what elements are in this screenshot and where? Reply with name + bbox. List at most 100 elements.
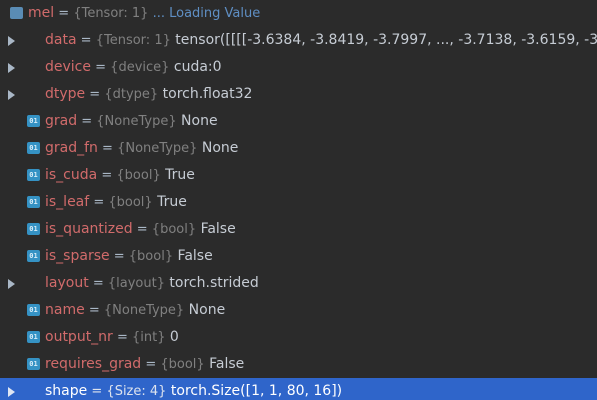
row-text: layout = {layout} torch.strided	[45, 270, 259, 297]
equals-sign: =	[112, 330, 132, 345]
row-text: name = {NoneType} None	[45, 297, 225, 324]
variable-icon: 01	[27, 169, 40, 181]
variable-value: True	[160, 167, 195, 183]
variable-icon: 01	[27, 223, 40, 235]
equals-sign: =	[89, 195, 109, 210]
variable-name: is_cuda	[45, 167, 98, 183]
chevron-right-icon[interactable]	[8, 279, 15, 289]
tree-row-is-cuda[interactable]: 01 is_cuda = {bool} True	[0, 162, 597, 189]
equals-sign: =	[54, 6, 74, 21]
variable-value: None	[197, 140, 239, 156]
row-text: output_nr = {int} 0	[45, 324, 179, 351]
row-text: shape = {Size: 4} torch.Size([1, 1, 80, …	[45, 378, 342, 400]
row-text: data = {Tensor: 1} tensor([[[[-3.6384, -…	[45, 27, 597, 54]
row-text: mel = {Tensor: 1} ... Loading Value	[28, 0, 260, 27]
variable-name: is_leaf	[45, 194, 90, 210]
variable-name: grad	[45, 113, 78, 129]
variable-type: {int}	[131, 330, 166, 345]
loading-status: ... Loading Value	[148, 6, 261, 21]
equals-sign: =	[84, 303, 104, 318]
variable-name: requires_grad	[45, 356, 142, 372]
variable-name: data	[45, 32, 77, 48]
equals-sign: =	[77, 114, 97, 129]
equals-sign: =	[132, 222, 152, 237]
equals-sign: =	[88, 276, 108, 291]
variable-value: None	[184, 302, 226, 318]
variable-type: {NoneType}	[96, 114, 177, 129]
variable-value: True	[152, 194, 187, 210]
variable-value: torch.strided	[164, 275, 259, 291]
variable-value: None	[176, 113, 218, 129]
variable-value: torch.Size([1, 1, 80, 16])	[166, 383, 343, 399]
row-text: dtype = {dtype} torch.float32	[45, 81, 252, 108]
variable-name: grad_fn	[45, 140, 98, 156]
chevron-right-icon[interactable]	[8, 63, 15, 73]
row-text: grad_fn = {NoneType} None	[45, 135, 238, 162]
variable-type: {bool}	[128, 249, 174, 264]
tree-row-name[interactable]: 01 name = {NoneType} None	[0, 297, 597, 324]
tree-row-is-quantized[interactable]: 01 is_quantized = {bool} False	[0, 216, 597, 243]
variable-type: {dtype}	[104, 87, 159, 102]
variable-type: {Tensor: 1}	[73, 6, 149, 21]
equals-sign: =	[97, 141, 118, 156]
row-text: is_quantized = {bool} False	[45, 216, 236, 243]
equals-sign: =	[85, 87, 105, 102]
row-text: is_cuda = {bool} True	[45, 162, 195, 189]
tree-row-is-sparse[interactable]: 01 is_sparse = {bool} False	[0, 243, 597, 270]
chevron-right-icon[interactable]	[8, 36, 15, 46]
variable-type: {bool}	[108, 195, 153, 210]
variable-type: {Size: 4}	[106, 384, 167, 399]
variable-type: {Tensor: 1}	[95, 33, 171, 48]
tree-row-shape[interactable]: shape = {Size: 4} torch.Size([1, 1, 80, …	[0, 378, 597, 400]
variable-value: 0	[165, 329, 179, 345]
debugger-variables-tree: mel = {Tensor: 1} ... Loading Value data…	[0, 0, 597, 400]
tree-row-mel[interactable]: mel = {Tensor: 1} ... Loading Value	[0, 0, 597, 27]
variable-icon: 01	[27, 196, 40, 208]
variable-name: name	[45, 302, 85, 318]
equals-sign: =	[91, 60, 111, 75]
variable-type: {NoneType}	[103, 303, 185, 318]
variable-type: {device}	[110, 60, 170, 75]
equals-sign: =	[109, 249, 129, 264]
variable-value: False	[204, 356, 245, 372]
variable-type: {bool}	[116, 168, 161, 183]
variable-name: device	[45, 59, 91, 75]
variable-name: dtype	[45, 86, 86, 102]
tree-row-is-leaf[interactable]: 01 is_leaf = {bool} True	[0, 189, 597, 216]
variable-name: mel	[28, 5, 55, 21]
chevron-right-icon[interactable]	[8, 90, 15, 100]
variable-name: is_sparse	[45, 248, 110, 264]
equals-sign: =	[141, 357, 161, 372]
tree-row-requires-grad[interactable]: 01 requires_grad = {bool} False	[0, 351, 597, 378]
variable-value: False	[173, 248, 213, 264]
variable-icon: 01	[27, 331, 40, 343]
tree-row-grad-fn[interactable]: 01 grad_fn = {NoneType} None	[0, 135, 597, 162]
variable-icon: 01	[27, 358, 40, 370]
chevron-right-icon[interactable]	[8, 387, 15, 397]
equals-sign: =	[76, 33, 96, 48]
tree-row-grad[interactable]: 01 grad = {NoneType} None	[0, 108, 597, 135]
equals-sign: =	[87, 384, 107, 399]
variable-icon	[10, 7, 23, 19]
row-text: requires_grad = {bool} False	[45, 351, 244, 378]
variable-icon: 01	[27, 250, 40, 262]
variable-name: shape	[45, 383, 88, 399]
equals-sign: =	[97, 168, 117, 183]
tree-row-output-nr[interactable]: 01 output_nr = {int} 0	[0, 324, 597, 351]
row-text: is_sparse = {bool} False	[45, 243, 213, 270]
variable-icon: 01	[27, 115, 40, 127]
variable-name: output_nr	[45, 329, 113, 345]
variable-value: tensor([[[[-3.6384, -3.8419, -3.7997, ..…	[175, 32, 597, 48]
row-text: device = {device} cuda:0	[45, 54, 222, 81]
variable-icon: 01	[27, 304, 40, 316]
variable-value: torch.float32	[158, 86, 253, 102]
tree-row-device[interactable]: device = {device} cuda:0	[0, 54, 597, 81]
variable-value: cuda:0	[169, 59, 222, 75]
variable-name: layout	[45, 275, 89, 291]
tree-row-layout[interactable]: layout = {layout} torch.strided	[0, 270, 597, 297]
tree-row-data[interactable]: data = {Tensor: 1} tensor([[[[-3.6384, -…	[0, 27, 597, 54]
row-text: is_leaf = {bool} True	[45, 189, 187, 216]
row-text: grad = {NoneType} None	[45, 108, 218, 135]
tree-row-dtype[interactable]: dtype = {dtype} torch.float32	[0, 81, 597, 108]
variable-value: False	[196, 221, 236, 237]
